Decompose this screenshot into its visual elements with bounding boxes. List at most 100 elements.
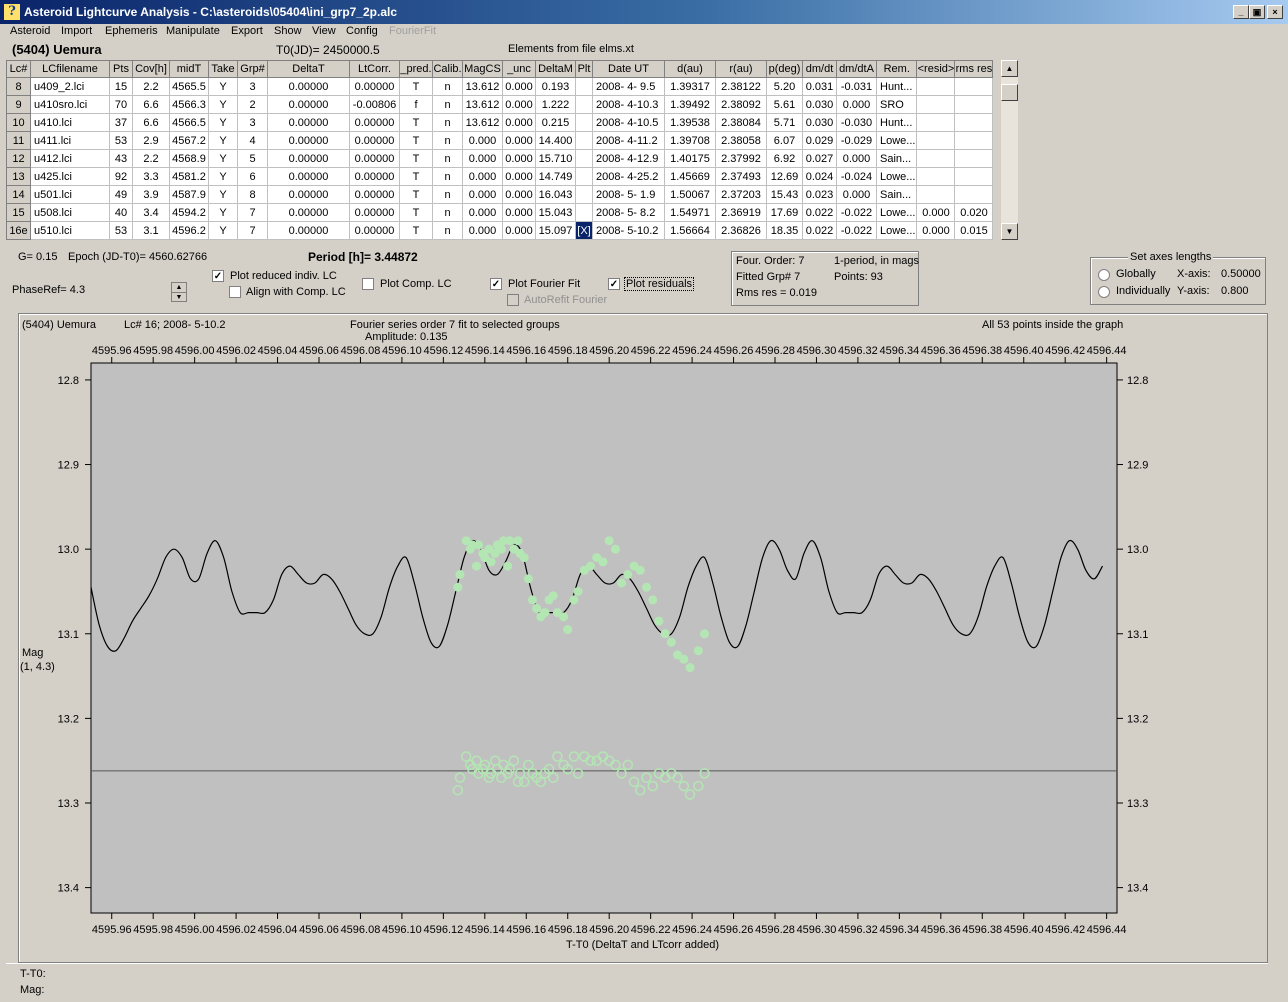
- x-tick-label-bottom: 4596.34: [879, 924, 919, 936]
- data-point: [586, 561, 596, 571]
- plot-area: [90, 362, 1118, 914]
- data-point: [654, 616, 664, 626]
- data-point: [453, 582, 463, 592]
- data-point: [548, 591, 558, 601]
- y-tick-label-right: 12.9: [1127, 460, 1148, 472]
- data-point: [617, 578, 627, 588]
- status-mag-label: Mag:: [20, 984, 45, 996]
- y-tick-label-left: 13.2: [58, 713, 79, 725]
- x-tick-label-top: 4596.04: [258, 345, 298, 357]
- x-tick-label-top: 4596.38: [962, 345, 1002, 357]
- data-point: [540, 608, 550, 618]
- y-tick-label-left: 12.9: [58, 460, 79, 472]
- data-point: [635, 565, 645, 575]
- lightcurve-plot[interactable]: 4595.964595.964595.984595.984596.004596.…: [0, 0, 1288, 1002]
- y-tick-label-right: 13.1: [1127, 629, 1148, 641]
- data-point: [641, 582, 651, 592]
- x-tick-label-bottom: 4596.08: [341, 924, 381, 936]
- x-tick-label-top: 4596.10: [382, 345, 422, 357]
- x-tick-label-bottom: 4596.26: [714, 924, 754, 936]
- x-tick-label-bottom: 4596.14: [465, 924, 505, 936]
- y-tick-label-left: 13.1: [58, 629, 79, 641]
- data-point: [623, 570, 633, 580]
- data-point: [519, 553, 529, 563]
- x-tick-label-top: 4596.22: [631, 345, 671, 357]
- x-tick-label-bottom: 4596.32: [838, 924, 878, 936]
- x-tick-label-top: 4596.00: [175, 345, 215, 357]
- data-point: [455, 570, 465, 580]
- x-tick-label-bottom: 4596.20: [589, 924, 629, 936]
- data-point: [666, 637, 676, 647]
- data-point: [648, 595, 658, 605]
- x-tick-label-top: 4596.30: [797, 345, 837, 357]
- x-tick-label-bottom: 4596.06: [299, 924, 339, 936]
- data-point: [559, 612, 569, 622]
- y-tick-label-right: 13.4: [1127, 883, 1148, 895]
- x-tick-label-bottom: 4596.28: [755, 924, 795, 936]
- y-tick-label-right: 13.0: [1127, 544, 1148, 556]
- data-point: [693, 646, 703, 656]
- x-tick-label-bottom: 4596.02: [216, 924, 256, 936]
- y-tick-label-right: 13.2: [1127, 713, 1148, 725]
- x-tick-label-bottom: 4596.36: [921, 924, 961, 936]
- data-point: [610, 544, 620, 554]
- x-tick-label-bottom: 4596.40: [1004, 924, 1044, 936]
- x-tick-label-top: 4596.16: [506, 345, 546, 357]
- x-tick-label-bottom: 4596.04: [258, 924, 298, 936]
- data-point: [503, 561, 513, 571]
- status-t-label: T-T0:: [20, 968, 46, 980]
- data-point: [679, 654, 689, 664]
- data-point: [598, 557, 608, 567]
- data-point: [563, 625, 573, 635]
- data-point: [573, 586, 583, 596]
- x-tick-label-bottom: 4596.00: [175, 924, 215, 936]
- y-tick-label-left: 13.3: [58, 798, 79, 810]
- x-tick-label-top: 4596.12: [423, 345, 463, 357]
- data-point: [604, 536, 614, 546]
- x-tick-label-top: 4596.34: [879, 345, 919, 357]
- x-tick-label-bottom: 4595.98: [133, 924, 173, 936]
- data-point: [474, 540, 484, 550]
- x-tick-label-bottom: 4596.38: [962, 924, 1002, 936]
- y-tick-label-left: 12.8: [58, 375, 79, 387]
- data-point: [505, 536, 515, 546]
- status-area: T-T0: Mag:: [6, 963, 1268, 999]
- x-tick-label-bottom: 4596.22: [631, 924, 671, 936]
- x-tick-label-bottom: 4596.44: [1087, 924, 1127, 936]
- x-tick-label-top: 4596.28: [755, 345, 795, 357]
- x-tick-label-bottom: 4596.10: [382, 924, 422, 936]
- y-tick-label-right: 13.3: [1127, 798, 1148, 810]
- x-tick-label-top: 4596.20: [589, 345, 629, 357]
- x-tick-label-bottom: 4596.18: [548, 924, 588, 936]
- data-point: [486, 557, 496, 567]
- data-point: [660, 629, 670, 639]
- data-point: [685, 663, 695, 673]
- x-tick-label-top: 4596.08: [341, 345, 381, 357]
- x-tick-label-top: 4596.36: [921, 345, 961, 357]
- data-point: [532, 603, 542, 613]
- x-tick-label-top: 4596.06: [299, 345, 339, 357]
- x-tick-label-top: 4596.24: [672, 345, 712, 357]
- x-tick-label-bottom: 4596.12: [423, 924, 463, 936]
- data-point: [513, 536, 523, 546]
- x-tick-label-bottom: 4596.42: [1045, 924, 1085, 936]
- data-point: [496, 544, 506, 554]
- data-point: [472, 561, 482, 571]
- y-tick-label-left: 13.4: [58, 883, 79, 895]
- x-tick-label-top: 4596.26: [714, 345, 754, 357]
- x-tick-label-top: 4596.14: [465, 345, 505, 357]
- x-tick-label-top: 4596.44: [1087, 345, 1127, 357]
- data-point: [527, 595, 537, 605]
- y-tick-label-right: 12.8: [1127, 375, 1148, 387]
- x-tick-label-top: 4596.18: [548, 345, 588, 357]
- x-tick-label-top: 4596.32: [838, 345, 878, 357]
- x-tick-label-bottom: 4596.16: [506, 924, 546, 936]
- x-tick-label-bottom: 4596.24: [672, 924, 712, 936]
- data-point: [700, 629, 710, 639]
- y-tick-label-left: 13.0: [58, 544, 79, 556]
- x-tick-label-bottom: 4596.30: [797, 924, 837, 936]
- data-point: [569, 595, 579, 605]
- x-tick-label-top: 4595.96: [92, 345, 132, 357]
- x-tick-label-bottom: 4595.96: [92, 924, 132, 936]
- x-tick-label-top: 4596.02: [216, 345, 256, 357]
